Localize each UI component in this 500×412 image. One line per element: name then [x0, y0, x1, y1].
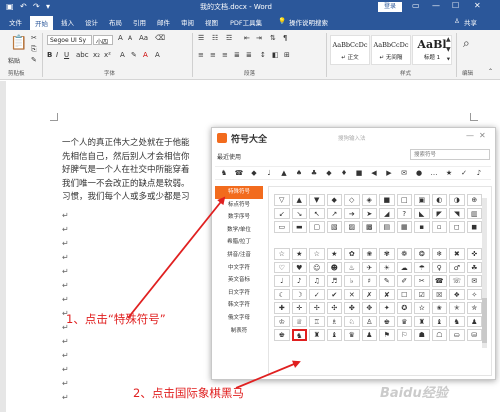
- annotation-step1: 1、点击“特殊符号”: [66, 312, 166, 326]
- baidu-watermark: Baidu经验: [380, 386, 448, 401]
- annotation-step2: 2、点击国际象棋黑马: [133, 386, 244, 400]
- arrow-to-knight-symbol: [235, 360, 301, 389]
- arrow-to-special-symbols: [127, 196, 226, 319]
- annotation-arrows: [127, 196, 301, 389]
